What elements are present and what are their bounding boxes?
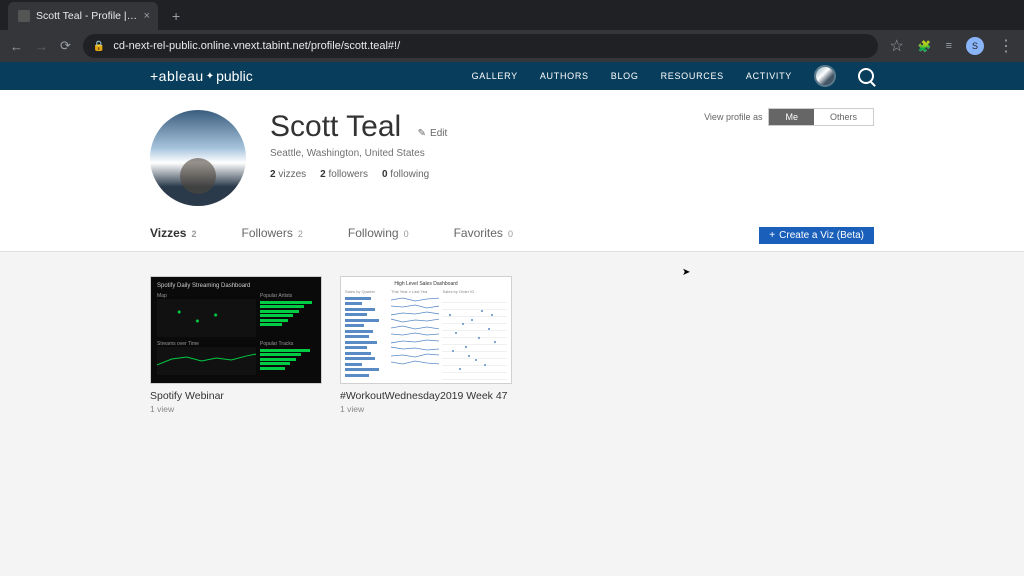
content-tabs: Vizzes2 Followers2 Following0 Favorites0… bbox=[0, 206, 1024, 252]
browser-tab[interactable]: Scott Teal - Profile | Tableau P × bbox=[8, 2, 158, 30]
plus-icon: ✦ bbox=[206, 71, 214, 82]
user-avatar[interactable] bbox=[814, 65, 836, 87]
url-text: cd-next-rel-public.online.vnext.tabint.n… bbox=[113, 40, 400, 52]
view-as-me[interactable]: Me bbox=[769, 109, 814, 125]
menu-icon[interactable]: ⋮ bbox=[998, 36, 1014, 56]
nav-resources[interactable]: RESOURCES bbox=[661, 71, 724, 81]
tab-favorites[interactable]: Favorites0 bbox=[454, 226, 513, 245]
profile-section: Scott Teal ✎ Edit Seattle, Washington, U… bbox=[0, 90, 1024, 206]
profile-picture[interactable] bbox=[150, 110, 246, 206]
profile-location: Seattle, Washington, United States bbox=[270, 148, 447, 159]
viz-title: #WorkoutWednesday2019 Week 47 bbox=[340, 390, 512, 402]
tab-vizzes[interactable]: Vizzes2 bbox=[150, 226, 196, 245]
url-bar[interactable]: 🔒 cd-next-rel-public.online.vnext.tabint… bbox=[83, 34, 878, 58]
favicon-icon bbox=[18, 10, 30, 22]
nav-authors[interactable]: AUTHORS bbox=[540, 71, 589, 81]
create-viz-button[interactable]: + Create a Viz (Beta) bbox=[759, 227, 874, 244]
nav-blog[interactable]: BLOG bbox=[611, 71, 639, 81]
extensions-icon[interactable]: 🧩 bbox=[918, 40, 932, 53]
viz-card[interactable]: High Level Sales Dashboard Sales by Quar… bbox=[340, 276, 512, 414]
view-as-toggle: View profile as Me Others bbox=[704, 108, 874, 126]
edit-button[interactable]: ✎ Edit bbox=[418, 128, 448, 139]
viz-views: 1 view bbox=[340, 404, 512, 414]
logo[interactable]: +ableau✦public bbox=[150, 68, 253, 84]
viz-title: Spotify Webinar bbox=[150, 390, 322, 402]
view-as-others[interactable]: Others bbox=[814, 109, 873, 125]
nav-gallery[interactable]: GALLERY bbox=[472, 71, 518, 81]
plus-icon: + bbox=[769, 230, 775, 241]
close-icon[interactable]: × bbox=[144, 10, 150, 22]
tab-following[interactable]: Following0 bbox=[348, 226, 409, 245]
viz-grid: Spotify Daily Streaming Dashboard Map Po… bbox=[0, 252, 1024, 438]
back-icon[interactable]: ← bbox=[10, 39, 23, 54]
browser-profile-icon[interactable]: S bbox=[966, 37, 984, 55]
reload-icon[interactable]: ⟳ bbox=[60, 38, 71, 54]
nav-activity[interactable]: ACTIVITY bbox=[746, 71, 792, 81]
viz-thumbnail[interactable]: High Level Sales Dashboard Sales by Quar… bbox=[340, 276, 512, 384]
site-header: +ableau✦public GALLERY AUTHORS BLOG RESO… bbox=[0, 62, 1024, 90]
pencil-icon: ✎ bbox=[418, 128, 426, 139]
search-icon[interactable] bbox=[858, 68, 874, 84]
viz-card[interactable]: Spotify Daily Streaming Dashboard Map Po… bbox=[150, 276, 322, 414]
tab-title: Scott Teal - Profile | Tableau P bbox=[36, 10, 138, 22]
lock-icon: 🔒 bbox=[93, 41, 105, 52]
star-icon[interactable]: ☆ bbox=[890, 36, 904, 56]
new-tab-button[interactable]: + bbox=[166, 8, 186, 24]
reading-list-icon[interactable]: ≡ bbox=[946, 40, 952, 52]
tab-followers[interactable]: Followers2 bbox=[241, 226, 302, 245]
profile-name: Scott Teal bbox=[270, 110, 401, 144]
profile-stats: 2 vizzes 2 followers 0 following bbox=[270, 169, 447, 180]
browser-toolbar: ← → ⟳ 🔒 cd-next-rel-public.online.vnext.… bbox=[0, 30, 1024, 62]
viz-thumbnail[interactable]: Spotify Daily Streaming Dashboard Map Po… bbox=[150, 276, 322, 384]
viz-views: 1 view bbox=[150, 404, 322, 414]
forward-icon[interactable]: → bbox=[35, 39, 48, 54]
